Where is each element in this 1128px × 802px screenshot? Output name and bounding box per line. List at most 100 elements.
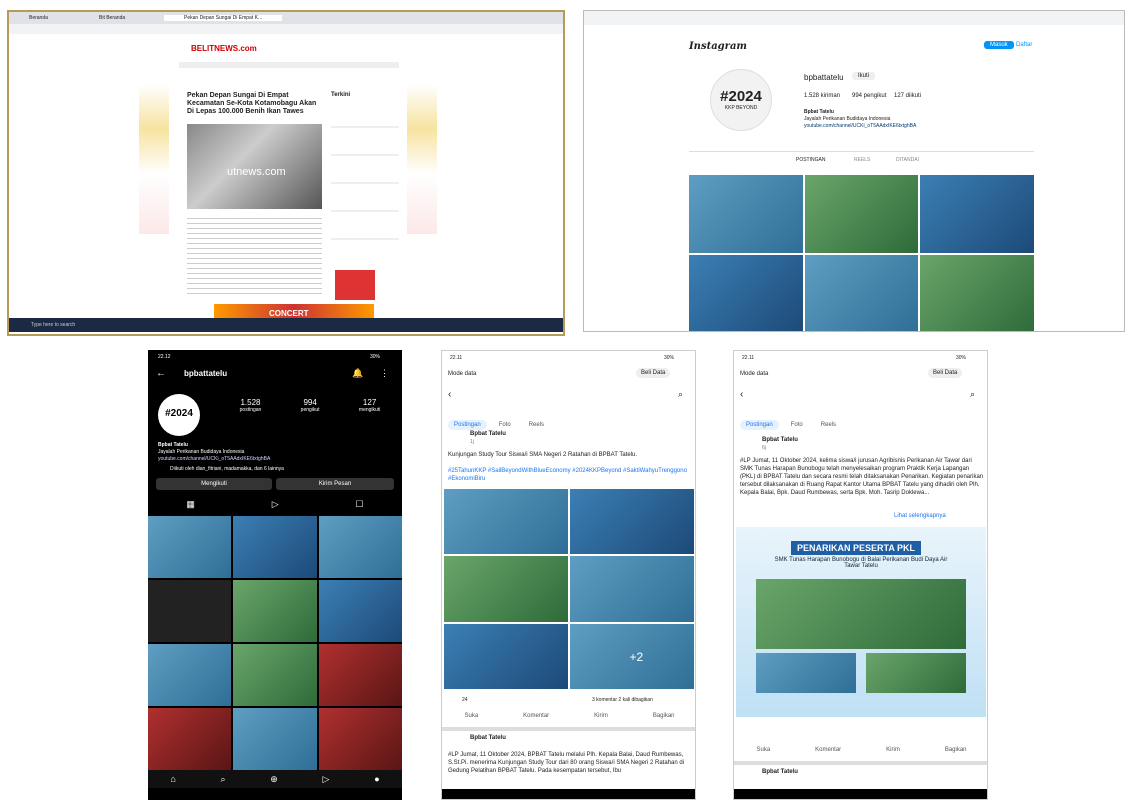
reels-tab-icon[interactable]: ▷ bbox=[272, 499, 279, 510]
followed-by[interactable]: Diikuti oleh dian_fitriani, madamakka, d… bbox=[170, 466, 284, 472]
browser-tabbar: Beranda Bit Beranda Pekan Depan Sungai D… bbox=[9, 12, 563, 24]
post-photo[interactable] bbox=[444, 623, 568, 689]
grid-post[interactable] bbox=[148, 708, 232, 770]
tab-reels[interactable]: Reels bbox=[815, 420, 842, 430]
grid-post[interactable] bbox=[233, 708, 317, 770]
post-photo-more[interactable]: +2 bbox=[570, 623, 694, 689]
grid-post[interactable] bbox=[148, 580, 232, 642]
tab-posts[interactable]: Postingan bbox=[448, 420, 487, 430]
grid-post[interactable] bbox=[689, 255, 803, 331]
left-ad-banner[interactable] bbox=[139, 84, 169, 234]
profile-username: bpbattatelu bbox=[804, 73, 844, 82]
grid-post[interactable] bbox=[148, 516, 232, 578]
stat-followers[interactable]: 994 pengikut bbox=[852, 93, 886, 99]
search-icon[interactable]: ⌕ bbox=[221, 774, 226, 785]
tab-reels[interactable]: REELS bbox=[854, 157, 870, 163]
grid-tab-icon[interactable]: ▦ bbox=[186, 499, 195, 510]
home-icon[interactable]: ⌂ bbox=[170, 774, 175, 784]
post-photo[interactable] bbox=[444, 489, 568, 555]
profile-link[interactable]: youtube.com/channel/UCKi_oT5AAdxIKE6txtg… bbox=[804, 123, 916, 129]
tab-tagged[interactable]: DITANDAI bbox=[896, 157, 919, 163]
sidebar-ad[interactable] bbox=[335, 270, 375, 300]
page-name-2[interactable]: Bpbat Tatelu bbox=[470, 735, 506, 741]
stat-posts[interactable]: 1.528 postingan bbox=[240, 398, 262, 413]
search-icon[interactable]: ⌕ bbox=[970, 389, 975, 400]
create-icon[interactable]: ⊕ bbox=[270, 774, 278, 785]
send-button[interactable]: Kirim bbox=[886, 747, 900, 753]
post-image[interactable]: PENARIKAN PESERTA PKL SMK Tunas Harapan … bbox=[736, 527, 986, 717]
tab-posts[interactable]: Postingan bbox=[740, 420, 779, 430]
follow-button[interactable]: Ikuti bbox=[852, 72, 876, 80]
comment-share-count[interactable]: 3 komentar 2 kali dibagikan bbox=[592, 697, 653, 703]
like-button[interactable]: Suka bbox=[464, 713, 478, 719]
feed-separator bbox=[734, 761, 987, 765]
site-logo[interactable]: BELITNEWS.com bbox=[191, 44, 257, 53]
grid-post[interactable] bbox=[318, 644, 402, 706]
site-nav[interactable] bbox=[179, 62, 399, 68]
tagged-tab-icon[interactable]: ☐ bbox=[356, 499, 364, 510]
following-button[interactable]: Mengikuti bbox=[156, 478, 272, 490]
grid-post[interactable] bbox=[804, 255, 919, 331]
avatar-text: #2024 bbox=[720, 88, 762, 105]
back-arrow-icon[interactable]: ‹ bbox=[740, 389, 743, 400]
back-arrow-icon[interactable]: ‹ bbox=[448, 389, 451, 400]
back-arrow-icon[interactable]: ← bbox=[156, 368, 166, 379]
buy-data-button[interactable]: Beli Data bbox=[636, 368, 671, 378]
page-name-2[interactable]: Bpbat Tatelu bbox=[762, 769, 798, 775]
grid-post[interactable] bbox=[233, 580, 317, 642]
tab-reels[interactable]: Reels bbox=[523, 420, 550, 430]
grid-post[interactable] bbox=[804, 175, 919, 253]
grid-post[interactable] bbox=[148, 644, 232, 706]
post-photo[interactable] bbox=[570, 556, 694, 622]
tab-2[interactable]: Bit Beranda bbox=[99, 15, 125, 21]
share-button[interactable]: Bagikan bbox=[653, 713, 675, 719]
post-photo-grid[interactable]: +2 bbox=[444, 489, 694, 689]
grid-post[interactable] bbox=[689, 175, 803, 253]
profile-link[interactable]: youtube.com/channel/UCKi_oT5AAdxIKE6txtg… bbox=[158, 456, 270, 462]
profile-icon[interactable]: ● bbox=[374, 774, 379, 784]
post-photo[interactable] bbox=[444, 556, 568, 622]
page-name[interactable]: Bpbat Tatelu bbox=[470, 431, 506, 437]
tab-photos[interactable]: Foto bbox=[785, 420, 809, 430]
grid-post[interactable] bbox=[318, 580, 402, 642]
comment-button[interactable]: Komentar bbox=[523, 713, 549, 719]
stat-following[interactable]: 127 diikuti bbox=[894, 93, 921, 99]
search-icon[interactable]: ⌕ bbox=[678, 389, 683, 400]
reels-icon[interactable]: ▷ bbox=[323, 774, 330, 785]
like-button[interactable]: Suka bbox=[756, 747, 770, 753]
tab-1[interactable]: Beranda bbox=[29, 15, 48, 21]
send-button[interactable]: Kirim bbox=[594, 713, 608, 719]
profile-bio: Jayalah Perikanan Budidaya Indonesia bbox=[158, 449, 245, 455]
comment-button[interactable]: Komentar bbox=[815, 747, 841, 753]
grid-post[interactable] bbox=[233, 516, 317, 578]
right-ad-banner[interactable] bbox=[407, 84, 437, 234]
message-button[interactable]: Kirim Pesan bbox=[276, 478, 394, 490]
grid-post[interactable] bbox=[920, 255, 1034, 331]
post-hashtags[interactable]: #25TahunKKP #SailBeyondWithBlueEconomy #… bbox=[448, 467, 692, 483]
tab-posts[interactable]: POSTINGAN bbox=[796, 157, 825, 163]
grid-post[interactable] bbox=[318, 708, 402, 770]
address-bar[interactable] bbox=[9, 24, 563, 34]
share-button[interactable]: Bagikan bbox=[945, 747, 967, 753]
grid-post[interactable] bbox=[318, 516, 402, 578]
tab-photos[interactable]: Foto bbox=[493, 420, 517, 430]
stat-followers[interactable]: 994 pengikut bbox=[301, 398, 320, 413]
see-more-link[interactable]: Lihat selengkapnya bbox=[894, 513, 946, 519]
grid-post[interactable] bbox=[233, 644, 317, 706]
login-button[interactable]: Masuk bbox=[984, 41, 1014, 49]
bell-icon[interactable]: 🔔 bbox=[352, 368, 363, 379]
page-name[interactable]: Bpbat Tatelu bbox=[762, 437, 798, 443]
grid-post[interactable] bbox=[920, 175, 1034, 253]
stat-posts[interactable]: 1.528 kiriman bbox=[804, 93, 840, 99]
article-headline[interactable]: Pekan Depan Sungai Di Empat Kecamatan Se… bbox=[187, 92, 317, 116]
taskbar-search[interactable]: Type here to search bbox=[31, 322, 75, 328]
tab-3[interactable]: Pekan Depan Sungai Di Empat K... bbox=[164, 15, 283, 21]
instagram-logo[interactable]: Instagram bbox=[689, 41, 747, 52]
reaction-count[interactable]: 24 bbox=[462, 697, 468, 703]
stat-following[interactable]: 127 mengikuti bbox=[359, 398, 380, 413]
sidebar-list[interactable] bbox=[331, 100, 399, 260]
buy-data-button[interactable]: Beli Data bbox=[928, 368, 963, 378]
signup-link[interactable]: Daftar bbox=[1016, 42, 1032, 48]
more-icon[interactable]: ⋮ bbox=[380, 368, 389, 379]
post-photo[interactable] bbox=[570, 489, 694, 555]
